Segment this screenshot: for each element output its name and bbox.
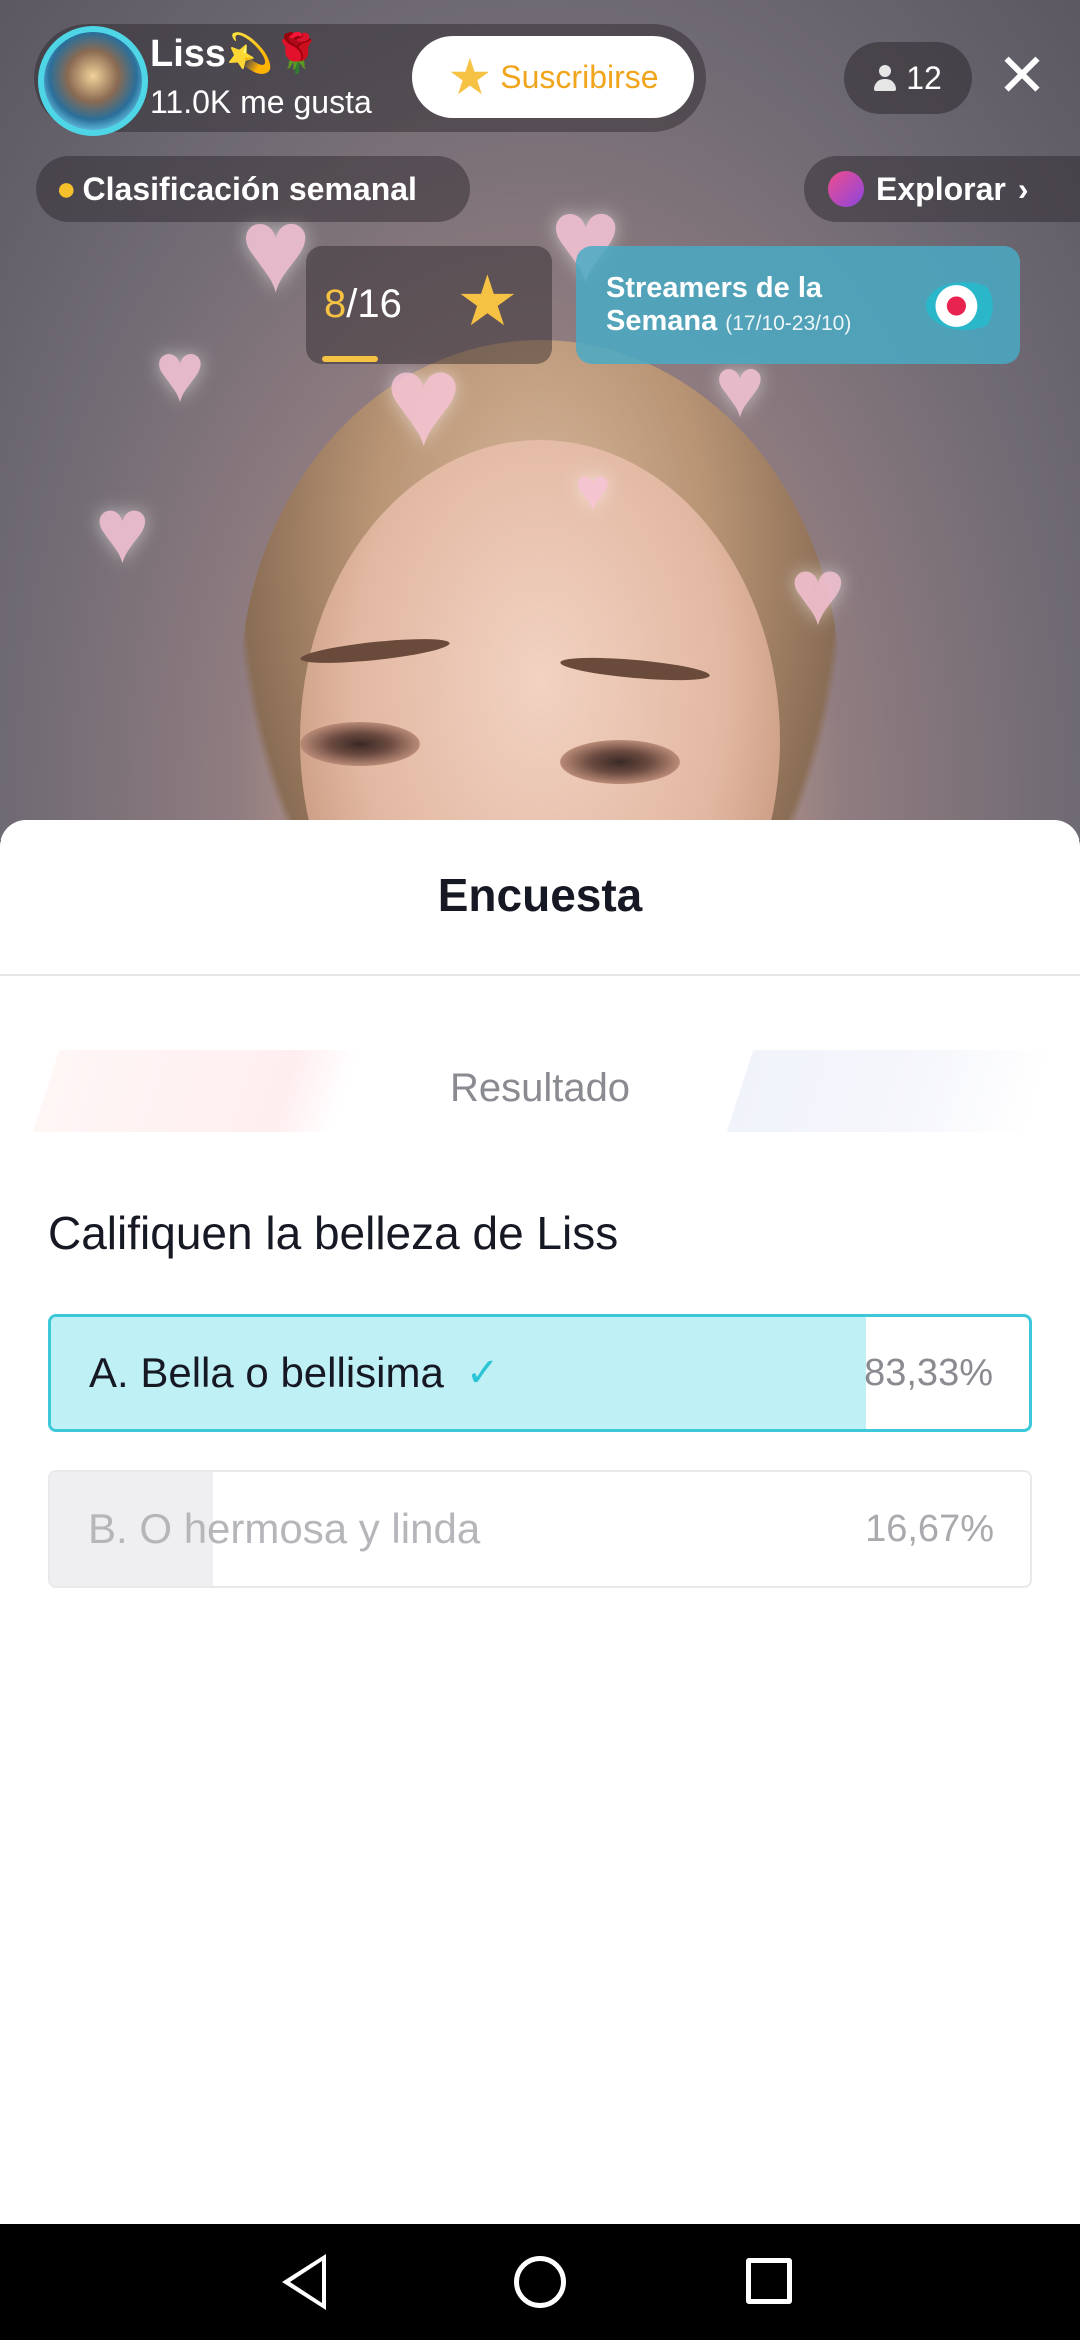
- back-triangle-icon[interactable]: [282, 2254, 326, 2310]
- progress-text: 8/16: [324, 282, 402, 327]
- poll-option-label-wrap: B. O hermosa y linda: [88, 1472, 480, 1586]
- weekly-ranking-label: Clasificación semanal: [82, 170, 417, 207]
- star-icon: ★: [456, 262, 519, 340]
- viewer-count: 12: [906, 59, 942, 96]
- star-icon: ★: [447, 49, 493, 105]
- result-tab: Resultado: [449, 1066, 631, 1110]
- person-icon: [874, 65, 897, 91]
- video-eye-right: [560, 740, 680, 784]
- close-icon[interactable]: ✕: [990, 44, 1054, 108]
- eye-logo-icon: [926, 282, 1002, 330]
- planet-icon: [828, 171, 864, 207]
- poll-option-a[interactable]: A. Bella o bellisima ✓ 83,33%: [48, 1314, 1032, 1432]
- progress-current: 8: [324, 282, 347, 326]
- heart-filter-icon: ♥: [155, 325, 205, 419]
- streamers-title: Streamers de la Semana (17/10-23/10): [606, 272, 886, 340]
- heart-filter-icon: ♥: [95, 480, 150, 582]
- video-eye-left: [300, 722, 420, 766]
- host-avatar[interactable]: [38, 26, 148, 136]
- weekly-ranking-button[interactable]: ● Clasificación semanal: [36, 156, 470, 222]
- poll-option-b[interactable]: B. O hermosa y linda 16,67%: [48, 1470, 1032, 1588]
- streamers-dates: (17/10-23/10): [725, 312, 852, 335]
- divider: [0, 974, 1080, 976]
- recents-square-icon[interactable]: [746, 2258, 792, 2304]
- chevron-right-icon: ›: [1017, 170, 1029, 207]
- progress-bar: [322, 356, 378, 362]
- progress-card[interactable]: 8/16 ★: [306, 246, 552, 364]
- subscribe-button[interactable]: ★ Suscribirse: [412, 36, 694, 118]
- host-name[interactable]: Liss💫🌹: [150, 32, 321, 76]
- viewer-count-button[interactable]: 12: [844, 42, 972, 114]
- poll-sheet: Encuesta Resultado Califiquen la belleza…: [0, 820, 1080, 2224]
- host-likes: 11.0K me gusta: [150, 84, 372, 120]
- checkmark-icon: ✓: [465, 1351, 500, 1395]
- streamers-of-week-banner[interactable]: Streamers de la Semana (17/10-23/10): [576, 246, 1020, 364]
- poll-question: Califiquen la belleza de Liss: [48, 1207, 619, 1259]
- progress-total: /16: [346, 282, 402, 326]
- system-navigation-bar: [0, 2224, 1080, 2340]
- heart-filter-icon: ♥: [790, 539, 846, 644]
- poll-option-label: B. O hermosa y linda: [88, 1505, 481, 1552]
- poll-option-percent: 83,33%: [864, 1351, 993, 1394]
- heart-filter-icon: ♥: [575, 456, 611, 523]
- home-circle-icon[interactable]: [514, 2256, 566, 2308]
- poll-option-label-wrap: A. Bella o bellisima ✓: [89, 1317, 499, 1429]
- explore-label: Explorar: [876, 170, 1006, 207]
- poll-option-percent: 16,67%: [865, 1507, 994, 1550]
- poll-option-label: A. Bella o bellisima: [89, 1349, 444, 1396]
- flame-icon: ●: [56, 169, 77, 208]
- sheet-title: Encuesta: [437, 869, 643, 921]
- explore-button[interactable]: Explorar ›: [804, 156, 1080, 222]
- subscribe-label: Suscribirse: [500, 58, 659, 95]
